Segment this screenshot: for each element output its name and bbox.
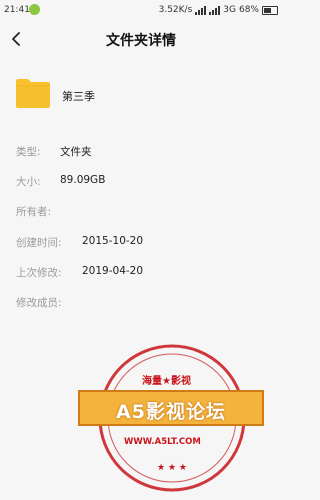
signal-icon-2 bbox=[209, 5, 221, 15]
detail-label: 上次修改: bbox=[16, 267, 62, 279]
detail-label: 创建时间: bbox=[16, 237, 62, 249]
watermark-banner-text: A5影视论坛 bbox=[116, 401, 226, 423]
folder-name: 第三季 bbox=[62, 90, 95, 103]
detail-label: 大小: bbox=[16, 176, 41, 188]
battery-icon bbox=[262, 5, 278, 15]
status-indicators: 3.52K/s 3G 68% bbox=[159, 5, 278, 15]
detail-label: 修改成员: bbox=[16, 297, 62, 309]
status-time: 21:41 bbox=[4, 5, 30, 15]
network-speed: 3.52K/s bbox=[158, 5, 193, 15]
detail-value: 2019-04-20 bbox=[82, 265, 144, 277]
watermark-url: WWW.A5LT.COM bbox=[124, 437, 201, 447]
status-bar: 21:41 3.52K/s 3G 68% bbox=[0, 0, 282, 22]
watermark-top-text: 海量★影视 bbox=[142, 376, 191, 387]
detail-value: 2015-10-20 bbox=[82, 235, 144, 247]
battery-percent: 68% bbox=[238, 5, 259, 15]
folder-summary: 第三季 bbox=[16, 78, 266, 108]
detail-value: 89.09GB bbox=[60, 174, 106, 186]
network-type: 3G bbox=[223, 5, 236, 15]
detail-label: 类型: bbox=[16, 146, 41, 158]
page-title: 文件夹详情 bbox=[106, 33, 176, 49]
header: 文件夹详情 bbox=[0, 22, 282, 58]
detail-value: 文件夹 bbox=[60, 146, 92, 158]
detail-label: 所有者: bbox=[16, 206, 52, 218]
signal-icon bbox=[195, 5, 207, 15]
watermark-stamp: ★ ★ ★ 海量★影视 A5影视论坛 WWW.A5LT.COM bbox=[72, 340, 282, 495]
watermark-banner: A5影视论坛 bbox=[78, 390, 264, 426]
folder-icon bbox=[16, 79, 50, 108]
svg-text:★ ★ ★: ★ ★ ★ bbox=[157, 463, 187, 473]
app-notification-icon bbox=[29, 4, 40, 15]
